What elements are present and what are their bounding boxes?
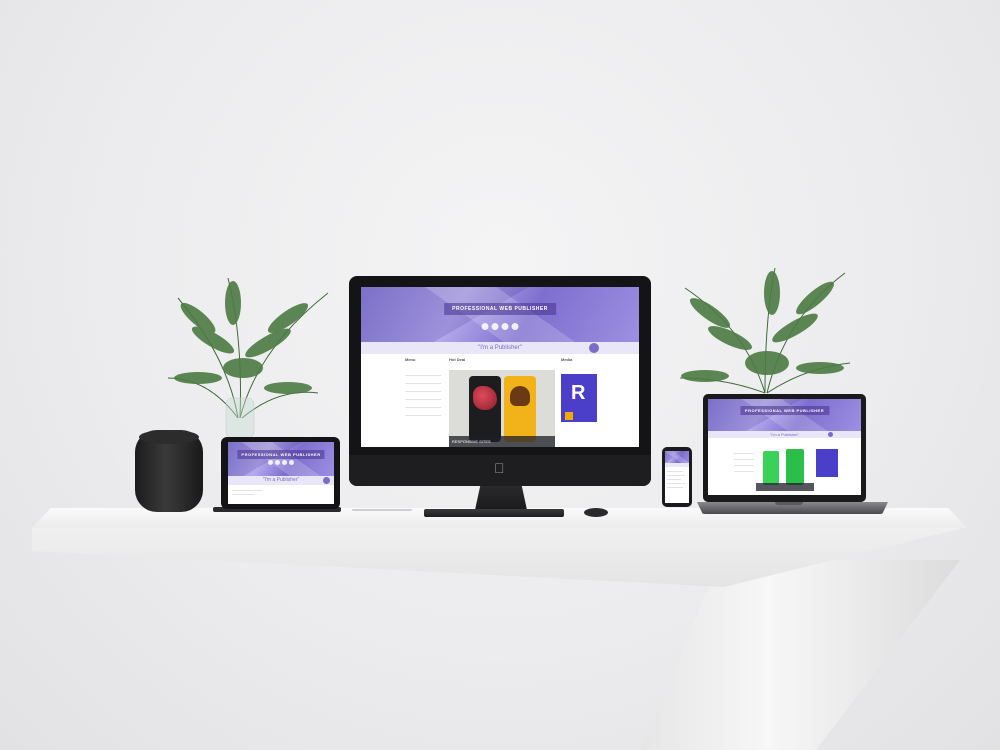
site-title: PROFESSIONAL WEB PUBLISHER xyxy=(237,450,325,459)
content-line xyxy=(667,483,685,484)
col2-heading: Hot Deal xyxy=(449,357,466,362)
hero-banner: PROFESSIONAL WEB PUBLISHER xyxy=(361,287,639,342)
menu-item[interactable] xyxy=(405,415,441,416)
hero-banner: PROFESSIONAL WEB PUBLISHER xyxy=(228,442,334,476)
tagline-bar: "I'm a Publisher" xyxy=(228,476,334,485)
slider-card[interactable] xyxy=(786,449,804,485)
menu-item[interactable] xyxy=(405,399,441,400)
slider-card[interactable] xyxy=(504,376,536,442)
imac-screen: PROFESSIONAL WEB PUBLISHER "I'm a Publis… xyxy=(361,287,639,447)
col3-heading: Media xyxy=(561,357,573,362)
slider-caption: RESPONSIVE SITES xyxy=(449,436,555,447)
menu-item[interactable] xyxy=(734,465,754,466)
macbook-notch xyxy=(775,502,803,505)
content-line xyxy=(232,494,254,495)
slider-card[interactable] xyxy=(763,451,779,485)
fern-plant-left xyxy=(168,278,329,438)
scroll-down-button[interactable] xyxy=(589,343,599,353)
menu-item[interactable] xyxy=(734,453,754,454)
social-icons xyxy=(481,323,519,330)
iphone-screen xyxy=(665,451,689,503)
ipad-screen: PROFESSIONAL WEB PUBLISHER "I'm a Publis… xyxy=(228,442,334,504)
menu-item[interactable] xyxy=(734,459,754,460)
content-line xyxy=(667,475,685,476)
tagline-bar: "I'm a Publisher" xyxy=(708,431,861,438)
imac-stand xyxy=(475,486,527,510)
twitter-icon[interactable] xyxy=(511,323,519,330)
macbook-screen: PROFESSIONAL WEB PUBLISHER "I'm a Publis… xyxy=(708,399,861,495)
menu-item[interactable] xyxy=(405,391,441,392)
social-icon[interactable] xyxy=(268,460,273,465)
social-icon[interactable] xyxy=(289,460,294,465)
social-icons xyxy=(268,460,294,465)
social-icon[interactable] xyxy=(282,460,287,465)
social-icon[interactable] xyxy=(275,460,280,465)
slider-card[interactable] xyxy=(469,376,501,442)
stylus-pen xyxy=(352,509,412,511)
media-card[interactable] xyxy=(816,449,838,477)
menu-item[interactable] xyxy=(734,471,754,472)
content-line xyxy=(667,471,683,472)
hero-banner xyxy=(665,451,689,463)
menu-item[interactable] xyxy=(405,375,441,376)
menu-item[interactable] xyxy=(405,383,441,384)
scroll-down-button[interactable] xyxy=(828,432,833,437)
sidebar-heading: Menu xyxy=(405,357,416,362)
github-icon[interactable] xyxy=(491,323,499,330)
media-card[interactable]: R xyxy=(561,374,597,422)
speaker-top xyxy=(139,430,199,444)
slider-caption xyxy=(756,483,814,491)
site-title: PROFESSIONAL WEB PUBLISHER xyxy=(444,303,556,315)
content-line xyxy=(667,479,681,480)
menu-item[interactable] xyxy=(405,407,441,408)
hero-banner: PROFESSIONAL WEB PUBLISHER xyxy=(708,399,861,431)
apple-logo-icon:  xyxy=(494,460,505,476)
desk-leg xyxy=(640,560,960,750)
site-title: PROFESSIONAL WEB PUBLISHER xyxy=(739,406,830,415)
tagline-bar xyxy=(665,463,689,467)
fern-plant-right xyxy=(679,268,851,394)
keyboard xyxy=(424,509,564,517)
r-card-letter: R xyxy=(571,382,586,404)
scroll-down-button[interactable] xyxy=(323,477,330,484)
content-line xyxy=(667,487,683,488)
content-line xyxy=(232,490,262,491)
facebook-icon[interactable] xyxy=(501,323,509,330)
mouse xyxy=(584,508,608,517)
instagram-icon[interactable] xyxy=(481,323,489,330)
